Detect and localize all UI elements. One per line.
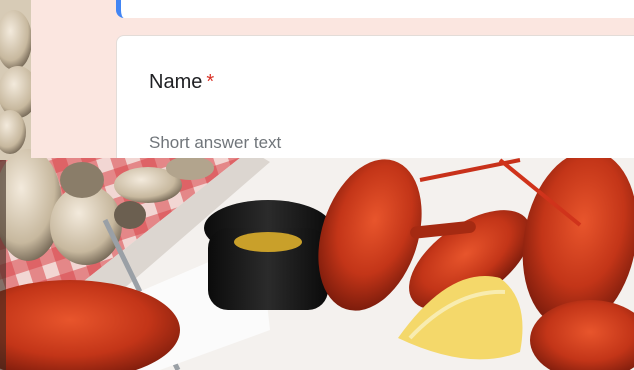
question-title: Name * xyxy=(149,71,214,94)
question-label: Name xyxy=(149,71,203,93)
question-card[interactable]: Name * Short answer text xyxy=(116,35,634,158)
short-answer-input[interactable]: Short answer text xyxy=(149,133,281,153)
header-card xyxy=(116,0,634,18)
required-marker: * xyxy=(206,71,215,93)
